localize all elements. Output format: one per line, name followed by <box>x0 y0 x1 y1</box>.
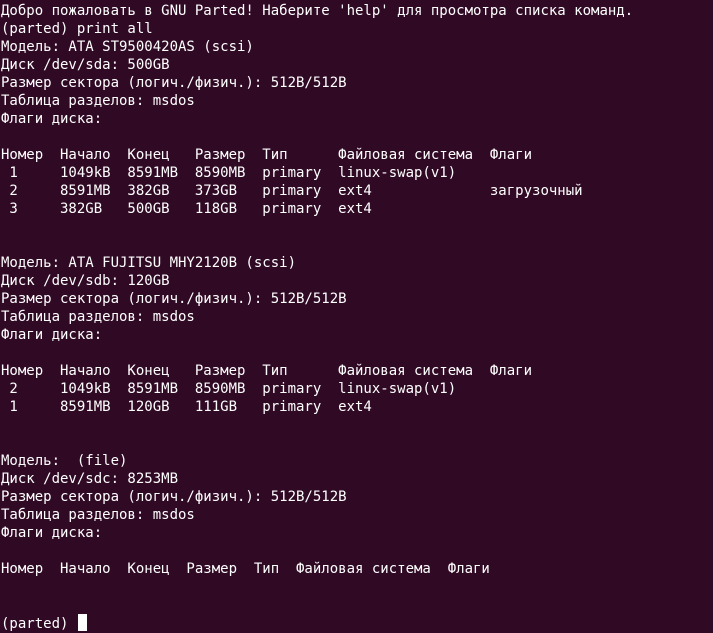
text-cursor <box>77 614 87 631</box>
disk3-partition-table: Таблица разделов: msdos <box>1 507 195 523</box>
disk1-sector-size: Размер сектора (логич./физич.): 512B/512… <box>1 75 347 91</box>
disk2-flags: Флаги диска: <box>1 327 103 343</box>
disk1-table-header: Номер Начало Конец Размер Тип Файловая с… <box>1 147 533 163</box>
disk3-table-header: Номер Начало Конец Размер Тип Файловая с… <box>1 561 490 577</box>
disk2-sector-size: Размер сектора (логич./физич.): 512B/512… <box>1 291 347 307</box>
table-row: 2 1049kB 8591MB 8590MB primary linux-swa… <box>1 381 457 397</box>
table-row: 2 8591MB 382GB 373GB primary ext4 загруз… <box>1 183 583 199</box>
table-row: 1 1049kB 8591MB 8590MB primary linux-swa… <box>1 165 457 181</box>
disk1-path: Диск /dev/sda: 500GB <box>1 57 170 73</box>
terminal-output[interactable]: Добро пожаловать в GNU Parted! Наберите … <box>0 0 713 633</box>
table-row: 1 8591MB 120GB 111GB primary ext4 <box>1 399 372 415</box>
disk3-path: Диск /dev/sdc: 8253MB <box>1 471 179 487</box>
disk2-partition-table: Таблица разделов: msdos <box>1 309 195 325</box>
prompt-text: (parted) <box>1 616 77 632</box>
disk1-partition-table: Таблица разделов: msdos <box>1 93 195 109</box>
prompt-line[interactable]: (parted) <box>1 614 713 632</box>
welcome-line: Добро пожаловать в GNU Parted! Наберите … <box>1 3 634 19</box>
command-line: (parted) print all <box>1 21 153 37</box>
disk1-flags: Флаги диска: <box>1 111 103 127</box>
disk2-model: Модель: ATA FUJITSU MHY2120B (scsi) <box>1 255 297 271</box>
disk2-path: Диск /dev/sdb: 120GB <box>1 273 170 289</box>
table-row: 3 382GB 500GB 118GB primary ext4 <box>1 201 372 217</box>
disk3-flags: Флаги диска: <box>1 525 103 541</box>
disk3-model: Модель: (file) <box>1 453 128 469</box>
disk1-model: Модель: ATA ST9500420AS (scsi) <box>1 39 254 55</box>
disk2-table-header: Номер Начало Конец Размер Тип Файловая с… <box>1 363 533 379</box>
disk3-sector-size: Размер сектора (логич./физич.): 512B/512… <box>1 489 347 505</box>
